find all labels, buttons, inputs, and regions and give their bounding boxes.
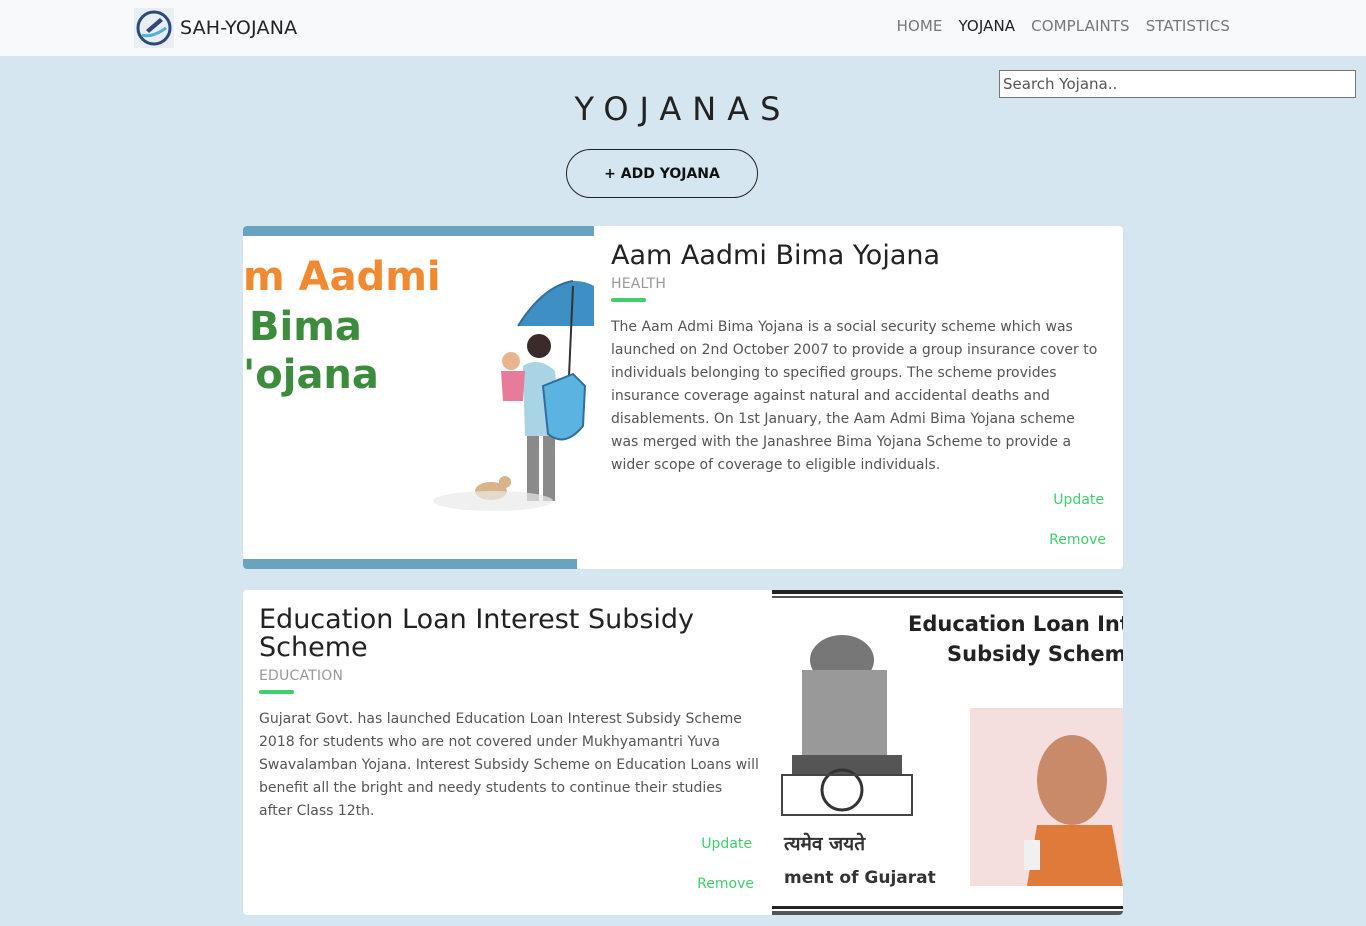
brand[interactable]: SAH-YOJANA (134, 8, 297, 48)
image-text-government: ment of Gujarat (784, 868, 936, 888)
yojana-category: HEALTH (611, 276, 667, 292)
remove-button[interactable]: Remove (1049, 532, 1106, 548)
navbar: SAH-YOJANA HOME YOJANA COMPLAINTS STATIS… (0, 0, 1366, 56)
yojana-card: Education Loan Interest Subsidy Scheme E… (243, 590, 1123, 915)
image-text-line-1: m Aadmi (243, 254, 441, 300)
image-text-line-2: Bima (249, 304, 362, 350)
image-text-line-1: Education Loan Inter (908, 612, 1123, 636)
update-button[interactable]: Update (1053, 492, 1104, 508)
brand-logo-icon (134, 8, 174, 48)
yojana-title: Education Loan Interest Subsidy Scheme (259, 604, 695, 663)
yojana-image: m Aadmi Bima 'ojana (243, 226, 594, 569)
image-text-line-3: 'ojana (243, 352, 379, 398)
category-underline (259, 690, 294, 694)
image-text-line-2: Subsidy Scheme (947, 642, 1123, 666)
nav-home[interactable]: HOME (897, 17, 943, 35)
brand-name: SAH-YOJANA (180, 17, 298, 39)
yojana-card: m Aadmi Bima 'ojana Aam Aadmi Bima Yojan… (243, 226, 1123, 569)
yojana-description: The Aam Admi Bima Yojana is a social sec… (611, 319, 1098, 473)
category-underline (611, 298, 646, 302)
card-body: Education Loan Interest Subsidy Scheme E… (259, 590, 759, 823)
yojana-description: Gujarat Govt. has launched Education Loa… (259, 711, 759, 819)
nav-complaints[interactable]: COMPLAINTS (1031, 17, 1130, 35)
card-body: Aam Aadmi Bima Yojana HEALTH The Aam Adm… (611, 226, 1106, 477)
remove-button[interactable]: Remove (697, 876, 754, 892)
yojana-image: Education Loan Inter Subsidy Scheme त्यम… (772, 590, 1123, 915)
nav-yojana[interactable]: YOJANA (958, 17, 1015, 35)
yojana-title: Aam Aadmi Bima Yojana (611, 240, 941, 271)
add-yojana-button[interactable]: + ADD YOJANA (566, 149, 758, 198)
update-button[interactable]: Update (701, 836, 752, 852)
nav-links: HOME YOJANA COMPLAINTS STATISTICS (897, 17, 1230, 35)
image-text-motto: त्यमेव जयते (784, 833, 866, 855)
page-title: YOJANAS (574, 90, 792, 128)
yojana-category: EDUCATION (259, 668, 344, 684)
emblem-illustration-icon (772, 590, 1123, 915)
nav-statistics[interactable]: STATISTICS (1146, 17, 1230, 35)
